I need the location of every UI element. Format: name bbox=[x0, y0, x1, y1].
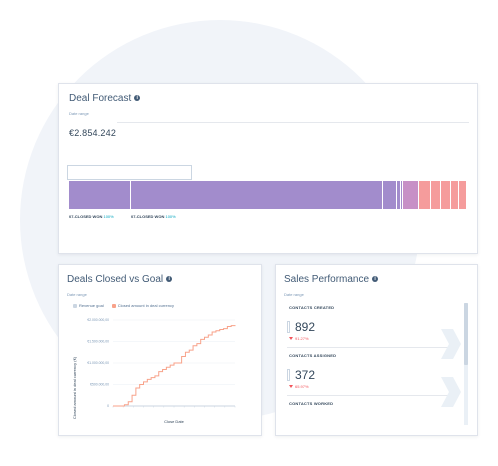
deal-forecast-title-text: Deal Forecast bbox=[69, 93, 132, 104]
forecast-bar-segment[interactable] bbox=[431, 181, 441, 209]
date-range-label: Date range bbox=[67, 292, 87, 297]
scrollbar-thumb[interactable] bbox=[464, 303, 468, 365]
kpi-label-contacts-assigned: CONTACTS ASSIGNED bbox=[289, 353, 337, 358]
forecast-bar-segment[interactable] bbox=[419, 181, 431, 209]
forecast-bar-segment[interactable] bbox=[441, 181, 451, 209]
y-tick-label: €500.000,00 bbox=[90, 383, 109, 387]
kpi-value-contacts-assigned: 372 bbox=[295, 368, 316, 382]
series-line-closed-amount bbox=[113, 325, 236, 407]
divider bbox=[117, 122, 469, 123]
forecast-filter-input[interactable] bbox=[67, 165, 192, 180]
deal-forecast-card: Deal Forecast i Date range €2.854.242 07-… bbox=[58, 83, 478, 254]
deals-closed-title-text: Deals Closed vs Goal bbox=[67, 274, 164, 285]
y-tick-label: 0 bbox=[107, 404, 109, 408]
kpi-change-contacts-assigned: 65.97% bbox=[289, 384, 309, 389]
legend-item-goal[interactable]: Revenue goal bbox=[73, 303, 104, 308]
chart-legend: Revenue goal Closed amount in deal curre… bbox=[73, 303, 174, 308]
sales-performance-title: Sales Performance i bbox=[284, 274, 379, 285]
stage-label: 07-CLOSED WON 100% bbox=[69, 214, 114, 219]
info-icon[interactable]: i bbox=[134, 95, 141, 102]
info-icon[interactable]: i bbox=[372, 276, 379, 283]
divider bbox=[287, 395, 457, 396]
y-tick-label: €1.500.000,00 bbox=[87, 340, 109, 344]
kpi-input-cursor[interactable] bbox=[287, 369, 290, 381]
deals-closed-title: Deals Closed vs Goal i bbox=[67, 274, 173, 285]
sales-performance-title-text: Sales Performance bbox=[284, 274, 370, 285]
y-axis-label: Closed amount in deal currency (€) bbox=[72, 356, 77, 419]
kpi-input-cursor[interactable] bbox=[287, 321, 290, 333]
y-tick-label: €2.000.000,00 bbox=[87, 318, 109, 322]
forecast-bar-segment[interactable] bbox=[383, 181, 397, 209]
date-range-label: Date range bbox=[284, 292, 304, 297]
x-axis-label: Close Date bbox=[164, 419, 185, 424]
forecast-stacked-bar[interactable] bbox=[69, 181, 468, 209]
kpi-value-contacts-created: 892 bbox=[295, 320, 316, 334]
date-range-label: Date range bbox=[69, 111, 89, 116]
deals-closed-card: Deals Closed vs Goal i Date range Revenue… bbox=[58, 264, 262, 436]
deals-closed-chart: €2.000.000,00 €1.500.000,00 €1.000.000,00 €… bbox=[72, 318, 236, 424]
forecast-amount: €2.854.242 bbox=[69, 128, 117, 138]
kpi-label-contacts-created: CONTACTS CREATED bbox=[289, 305, 335, 310]
stage-label: 07-CLOSED WON 100% bbox=[131, 214, 176, 219]
forecast-bar-segment[interactable] bbox=[451, 181, 459, 209]
forecast-bar-segment[interactable] bbox=[459, 181, 467, 209]
kpi-label-contacts-worked: CONTACTS WORKED bbox=[289, 401, 334, 406]
y-tick-label: €1.000.000,00 bbox=[87, 361, 109, 365]
forecast-bar-segment[interactable] bbox=[69, 181, 131, 209]
chevron-right-icon bbox=[441, 329, 461, 359]
info-icon[interactable]: i bbox=[166, 276, 173, 283]
down-arrow-icon bbox=[289, 385, 293, 389]
chevron-right-icon bbox=[441, 377, 461, 407]
legend-item-closed[interactable]: Closed amount in deal currency bbox=[111, 303, 174, 308]
sales-performance-card: Sales Performance i Date range CONTACTS C… bbox=[275, 264, 478, 436]
down-arrow-icon bbox=[289, 337, 293, 341]
forecast-bar-segment[interactable] bbox=[131, 181, 383, 209]
forecast-bar-segment[interactable] bbox=[403, 181, 419, 209]
divider bbox=[287, 347, 457, 348]
deal-forecast-title: Deal Forecast i bbox=[69, 93, 141, 104]
kpi-change-contacts-created: 91.27% bbox=[289, 336, 309, 341]
